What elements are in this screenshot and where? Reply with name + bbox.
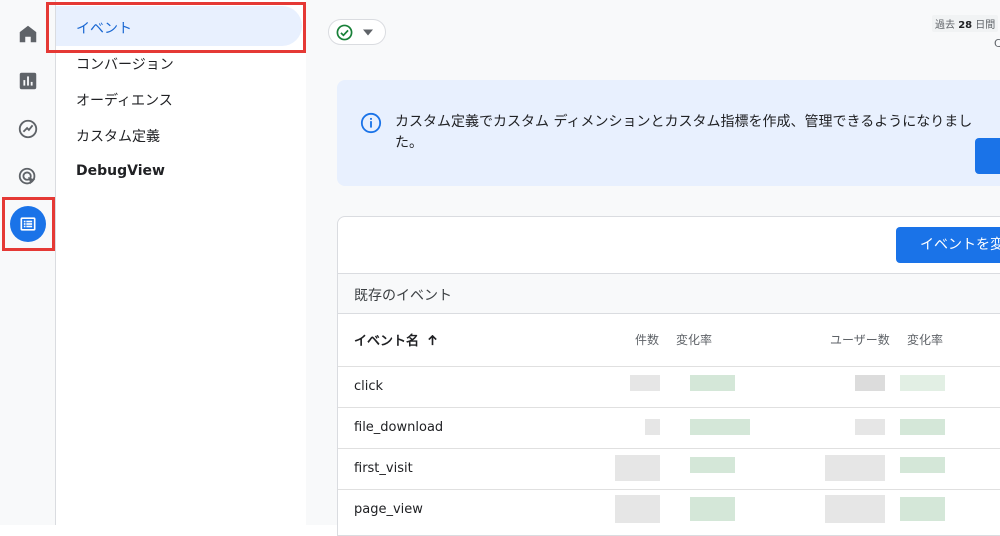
subnav-item-debugview[interactable]: DebugView bbox=[76, 163, 165, 179]
check-circle-icon bbox=[336, 24, 353, 41]
count-change-redacted bbox=[690, 457, 735, 473]
users-change-redacted bbox=[900, 419, 945, 435]
column-header-users[interactable]: ユーザー数 bbox=[830, 331, 890, 348]
count-change-redacted bbox=[690, 497, 735, 521]
section-title: 既存のイベント bbox=[354, 288, 452, 304]
arrow-up-icon bbox=[427, 334, 437, 346]
users-change-redacted bbox=[900, 497, 945, 521]
date-range-suffix: 日間 bbox=[975, 20, 996, 31]
users-value-redacted bbox=[825, 455, 885, 481]
column-header-count[interactable]: 件数 bbox=[635, 331, 659, 348]
subnav-item-conversions[interactable]: コンバージョン bbox=[76, 54, 174, 74]
subnav-item-audiences[interactable]: オーディエンス bbox=[76, 90, 173, 110]
users-value-redacted bbox=[855, 375, 885, 391]
date-range-sub: C bbox=[994, 37, 1000, 50]
column-header-count-change[interactable]: 変化率 bbox=[676, 331, 712, 348]
table-row-name[interactable]: first_visit bbox=[354, 461, 413, 476]
info-banner-text: カスタム定義でカスタム ディメンションとカスタム指標を作成、管理できるようになり… bbox=[395, 114, 973, 151]
events-table-card: イベントを変 既存のイベント イベント名 件数 変化率 ユーザー数 変化率 cl… bbox=[337, 216, 1000, 536]
table-row-name[interactable]: page_view bbox=[354, 502, 423, 517]
table-row-name[interactable]: click bbox=[354, 379, 383, 394]
row-divider bbox=[338, 366, 1000, 367]
date-range-prefix: 過去 bbox=[935, 20, 955, 31]
explore-icon[interactable] bbox=[14, 115, 42, 143]
date-range-days: 28 bbox=[958, 20, 973, 31]
info-banner-button[interactable] bbox=[975, 138, 1000, 174]
count-value-redacted bbox=[615, 495, 660, 523]
row-divider bbox=[338, 448, 1000, 449]
status-dropdown[interactable] bbox=[328, 19, 386, 45]
column-header-event-name[interactable]: イベント名 bbox=[354, 330, 438, 349]
rail-highlight-box bbox=[2, 197, 55, 251]
info-icon bbox=[360, 112, 382, 134]
subnav-highlight-box bbox=[46, 2, 306, 53]
count-change-redacted bbox=[690, 419, 750, 435]
users-value-redacted bbox=[855, 419, 885, 435]
count-value-redacted bbox=[645, 419, 660, 435]
caret-down-icon bbox=[363, 29, 373, 36]
home-icon[interactable] bbox=[14, 20, 42, 48]
column-header-users-change[interactable]: 変化率 bbox=[907, 331, 943, 348]
subnav-item-custom-definitions[interactable]: カスタム定義 bbox=[76, 126, 160, 146]
advertising-icon[interactable] bbox=[14, 163, 42, 191]
count-value-redacted bbox=[630, 375, 660, 391]
existing-events-header: 既存のイベント bbox=[338, 273, 1000, 314]
users-change-redacted bbox=[900, 457, 945, 473]
date-range-label[interactable]: 過去 28 日間 bbox=[932, 15, 999, 32]
main-content: 過去 28 日間 C カスタム定義でカスタム ディメンションとカスタム指標を作成… bbox=[306, 0, 1000, 536]
users-change-redacted bbox=[900, 375, 945, 391]
row-divider bbox=[338, 407, 1000, 408]
modify-event-button[interactable]: イベントを変 bbox=[896, 227, 1000, 263]
info-banner: カスタム定義でカスタム ディメンションとカスタム指標を作成、管理できるようになり… bbox=[337, 80, 1000, 186]
icon-rail bbox=[0, 0, 56, 525]
count-value-redacted bbox=[615, 455, 660, 481]
users-value-redacted bbox=[825, 495, 885, 523]
table-row-name[interactable]: file_download bbox=[354, 420, 443, 435]
count-change-redacted bbox=[690, 375, 735, 391]
column-header-label: イベント名 bbox=[354, 334, 420, 349]
configure-subnav: イベント コンバージョン オーディエンス カスタム定義 DebugView bbox=[46, 0, 306, 525]
row-divider bbox=[338, 489, 1000, 490]
reports-icon[interactable] bbox=[14, 67, 42, 95]
